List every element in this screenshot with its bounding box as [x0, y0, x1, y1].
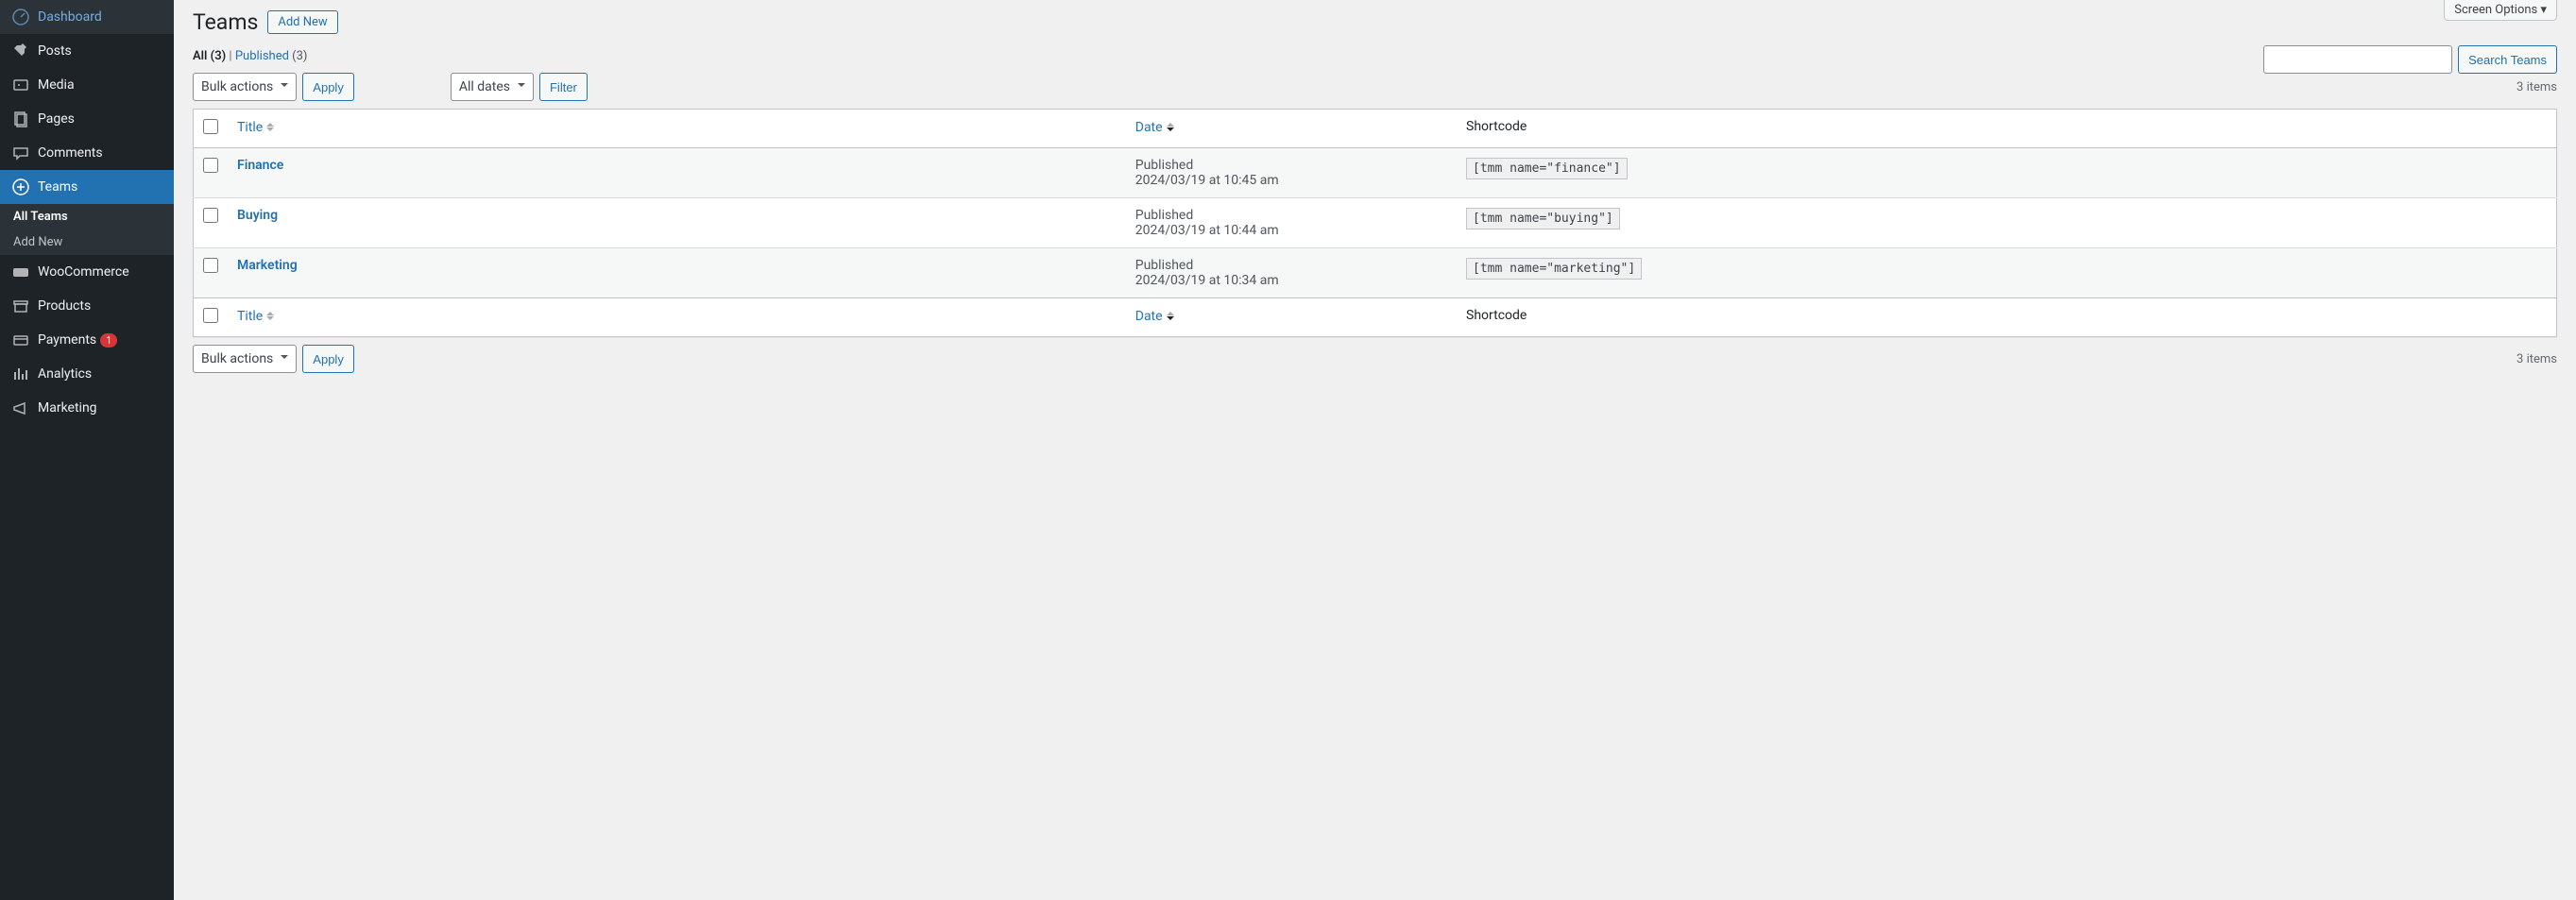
status-filter-links: All (3) | Published (3) — [193, 49, 2557, 63]
sidebar-item-label: Marketing — [38, 400, 97, 416]
sort-title-foot[interactable]: Title — [237, 308, 274, 324]
row-checkbox[interactable] — [203, 258, 218, 273]
row-date: Published2024/03/19 at 10:45 am — [1126, 148, 1457, 198]
filter-published[interactable]: Published (3) — [235, 49, 308, 63]
row-shortcode[interactable]: [tmm name="finance"] — [1466, 158, 1628, 179]
admin-sidebar: Dashboard Posts Media Pages Comments Tea… — [0, 0, 174, 900]
pin-icon — [11, 42, 30, 60]
sort-date-foot[interactable]: Date — [1135, 308, 1174, 324]
card-icon — [11, 331, 30, 349]
chart-icon — [11, 365, 30, 383]
filter-all[interactable]: All (3) — [193, 49, 226, 63]
row-date: Published2024/03/19 at 10:34 am — [1126, 248, 1457, 298]
comment-icon — [11, 144, 30, 162]
sidebar-item-pages[interactable]: Pages — [0, 102, 174, 136]
tablenav-bottom: Bulk actions Apply 3 items — [193, 345, 2557, 373]
sidebar-item-label: Dashboard — [38, 9, 102, 25]
sidebar-item-posts[interactable]: Posts — [0, 34, 174, 68]
select-all-checkbox-bottom[interactable] — [203, 308, 218, 323]
sidebar-item-marketing[interactable]: Marketing — [0, 391, 174, 425]
add-new-button[interactable]: Add New — [267, 10, 337, 34]
sidebar-item-teams[interactable]: Teams — [0, 170, 174, 204]
row-title-link[interactable]: Marketing — [237, 258, 298, 273]
sidebar-item-comments[interactable]: Comments — [0, 136, 174, 170]
sidebar-item-media[interactable]: Media — [0, 68, 174, 102]
row-shortcode[interactable]: [tmm name="buying"] — [1466, 208, 1620, 229]
megaphone-icon — [11, 399, 30, 417]
bulk-actions-select[interactable]: Bulk actions — [193, 73, 297, 101]
row-title-link[interactable]: Finance — [237, 158, 283, 173]
col-shortcode-foot: Shortcode — [1457, 298, 2556, 337]
table-row: Marketing Published2024/03/19 at 10:34 am… — [194, 248, 2557, 298]
page-title: Teams — [193, 9, 258, 35]
submenu-all-teams[interactable]: All Teams — [0, 204, 174, 229]
plus-icon — [11, 178, 30, 196]
select-all-checkbox-top[interactable] — [203, 119, 218, 134]
payments-badge: 1 — [100, 333, 117, 348]
sidebar-item-products[interactable]: Products — [0, 289, 174, 323]
sidebar-item-label: Teams — [38, 179, 77, 195]
sort-date[interactable]: Date — [1135, 119, 1174, 135]
page-icon — [11, 110, 30, 128]
items-count-bottom: 3 items — [2516, 352, 2557, 366]
media-icon — [11, 76, 30, 94]
date-filter-select[interactable]: All dates — [451, 73, 534, 101]
sidebar-item-label: Media — [38, 77, 75, 93]
bulk-apply-button[interactable]: Apply — [302, 73, 354, 101]
sidebar-item-dashboard[interactable]: Dashboard — [0, 0, 174, 34]
row-checkbox[interactable] — [203, 208, 218, 223]
teams-table: Title Date Shortcode Finance Published202… — [193, 109, 2557, 337]
bulk-actions-select-bottom[interactable]: Bulk actions — [193, 345, 297, 373]
sidebar-item-label: Comments — [38, 145, 103, 161]
dashboard-icon — [11, 8, 30, 26]
screen-options-toggle[interactable]: Screen Options ▾ — [2444, 0, 2557, 21]
sidebar-item-analytics[interactable]: Analytics — [0, 357, 174, 391]
sidebar-item-label: Products — [38, 298, 91, 314]
submenu-add-new[interactable]: Add New — [0, 229, 174, 255]
sort-title[interactable]: Title — [237, 119, 274, 135]
filter-button[interactable]: Filter — [539, 73, 588, 101]
row-date: Published2024/03/19 at 10:44 am — [1126, 198, 1457, 248]
row-shortcode[interactable]: [tmm name="marketing"] — [1466, 258, 1642, 280]
row-checkbox[interactable] — [203, 158, 218, 173]
items-count-top: 3 items — [2516, 80, 2557, 94]
main-content: Screen Options ▾ Teams Add New Search Te… — [174, 0, 2576, 900]
search-area: Search Teams — [2263, 45, 2557, 74]
tablenav-top: Bulk actions Apply All dates Filter 3 it… — [193, 73, 2557, 101]
sidebar-item-label: Analytics — [38, 366, 92, 382]
woo-icon — [11, 263, 30, 281]
row-title-link[interactable]: Buying — [237, 208, 278, 223]
sidebar-item-label: WooCommerce — [38, 264, 129, 280]
table-row: Buying Published2024/03/19 at 10:44 am [tm… — [194, 198, 2557, 248]
sidebar-submenu-teams: All Teams Add New — [0, 204, 174, 255]
sidebar-item-payments[interactable]: Payments 1 — [0, 323, 174, 357]
col-shortcode: Shortcode — [1457, 110, 2556, 148]
search-input[interactable] — [2263, 45, 2452, 74]
page-header: Teams Add New — [193, 0, 2557, 35]
sidebar-item-woocommerce[interactable]: WooCommerce — [0, 255, 174, 289]
sidebar-item-label: Payments — [38, 332, 96, 348]
archive-icon — [11, 297, 30, 315]
table-row: Finance Published2024/03/19 at 10:45 am [t… — [194, 148, 2557, 198]
sidebar-item-label: Posts — [38, 43, 72, 59]
sidebar-item-label: Pages — [38, 111, 75, 127]
bulk-apply-button-bottom[interactable]: Apply — [302, 345, 354, 373]
search-button[interactable]: Search Teams — [2458, 45, 2557, 74]
